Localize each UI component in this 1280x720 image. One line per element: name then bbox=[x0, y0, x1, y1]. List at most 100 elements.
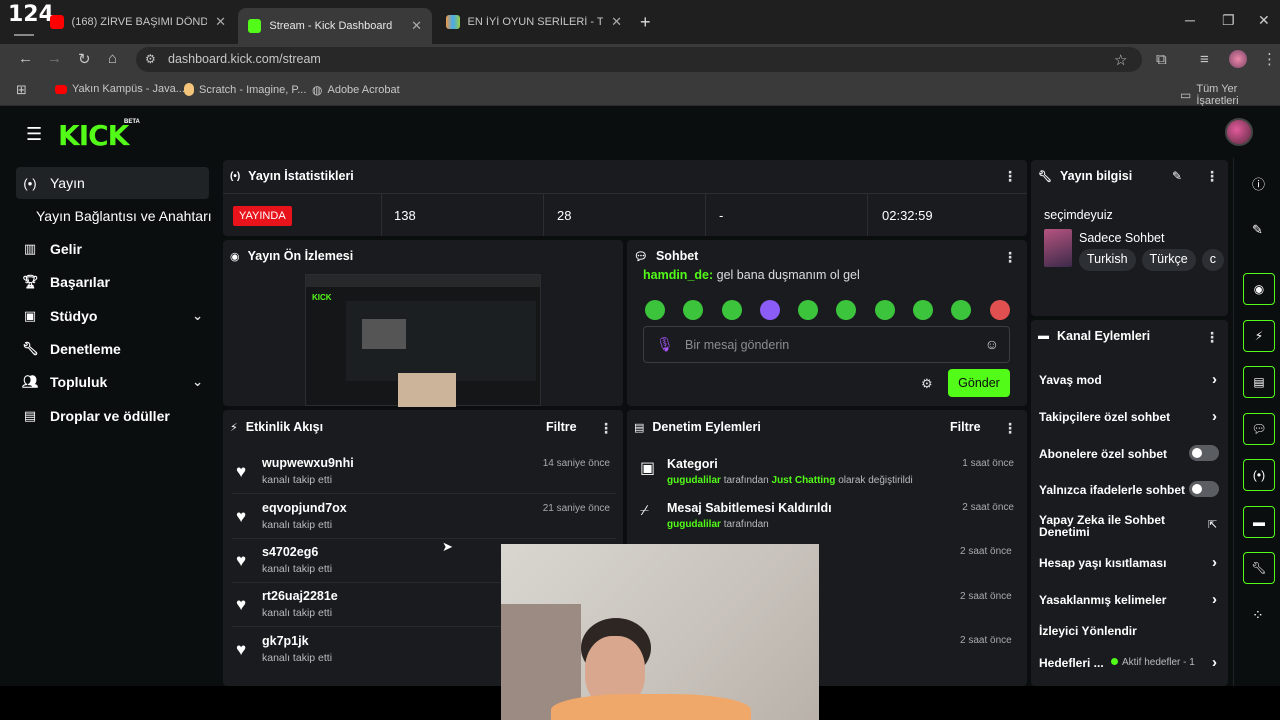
more-icon[interactable]: ⋮ bbox=[1205, 329, 1219, 346]
apps-icon[interactable]: ⊞ bbox=[16, 82, 27, 98]
emote-icon[interactable] bbox=[990, 300, 1010, 320]
chevron-right-icon[interactable]: › bbox=[1212, 591, 1217, 608]
emote-icon[interactable] bbox=[836, 300, 856, 320]
close-icon[interactable]: ✕ bbox=[411, 18, 422, 34]
goals-row[interactable]: Hedefleri ... Aktif hedefler - 1 › bbox=[1039, 654, 1223, 671]
chevron-down-icon[interactable]: ⌄ bbox=[192, 374, 203, 390]
chevron-right-icon[interactable]: › bbox=[1212, 654, 1217, 671]
tab-youtube[interactable]: (168) ZİRVE BAŞIMI DÖNDÜRÜYOR ✕ bbox=[40, 8, 236, 36]
reload-icon[interactable]: ↻ bbox=[78, 50, 91, 68]
sidebar-item-yayin[interactable]: (•) Yayın bbox=[16, 167, 209, 199]
sidebar-item-studyo[interactable]: ▣ Stüdyo ⌄ bbox=[16, 300, 209, 332]
close-icon[interactable]: ✕ bbox=[611, 14, 622, 30]
emote-icon[interactable] bbox=[798, 300, 818, 320]
activity-filter-button[interactable]: Filtre bbox=[546, 420, 577, 434]
info-icon[interactable]: ⓘ bbox=[1252, 174, 1265, 193]
bookmark-item[interactable]: ◍ Adobe Acrobat bbox=[312, 83, 400, 97]
minimize-icon[interactable]: ─ bbox=[1185, 12, 1195, 28]
banned-words-row[interactable]: Yasaklanmış kelimeler › bbox=[1039, 591, 1223, 608]
tab-tierlist[interactable]: EN İYİ OYUN SERİLERİ - Tier List ✕ bbox=[436, 8, 632, 36]
emote-icon[interactable] bbox=[645, 300, 665, 320]
maximize-icon[interactable]: ❐ bbox=[1222, 12, 1235, 29]
chat-toggle-icon[interactable]: 💬︎ bbox=[1243, 413, 1275, 445]
chevron-down-icon[interactable]: ⌄ bbox=[192, 308, 203, 324]
document-icon: ▤ bbox=[634, 421, 645, 434]
tag[interactable]: c bbox=[1201, 249, 1224, 271]
stream-preview-video[interactable]: KICK bbox=[305, 274, 541, 407]
slow-mode-row[interactable]: Yavaş mod › bbox=[1039, 371, 1223, 388]
forward-icon[interactable]: → bbox=[47, 50, 62, 67]
more-icon[interactable]: ⋮ bbox=[599, 420, 613, 437]
subscribers-only-toggle[interactable] bbox=[1189, 445, 1219, 461]
ai-moderation-row[interactable]: Yapay Zeka ile Sohbet Denetimi bbox=[1039, 514, 1189, 538]
avatar[interactable] bbox=[1225, 118, 1253, 146]
moderation-toggle-icon[interactable]: ▤ bbox=[1243, 366, 1275, 398]
new-tab-icon[interactable]: + bbox=[640, 12, 651, 33]
account-age-row[interactable]: Hesap yaşı kısıtlaması › bbox=[1039, 554, 1223, 571]
sidebar-item-denetleme[interactable]: 🔧︎ Denetleme bbox=[16, 333, 209, 365]
moderation-icon: ▬ bbox=[1038, 330, 1049, 342]
tag[interactable]: Türkçe bbox=[1141, 249, 1196, 271]
stats-toggle-icon[interactable]: (•) bbox=[1243, 459, 1275, 491]
edit-icon[interactable]: ✎ bbox=[1252, 222, 1263, 238]
emote-icon[interactable] bbox=[951, 300, 971, 320]
add-widget-icon[interactable]: ⁘ bbox=[1252, 607, 1264, 624]
category-thumbnail[interactable] bbox=[1044, 229, 1072, 267]
sidebar-item-topluluk[interactable]: 👥︎ Topluluk ⌄ bbox=[16, 366, 209, 398]
close-icon[interactable]: ✕ bbox=[215, 14, 226, 30]
category-name[interactable]: Sadece Sohbet bbox=[1079, 231, 1165, 245]
emotes-only-toggle[interactable] bbox=[1189, 481, 1219, 497]
tag[interactable]: Turkish bbox=[1079, 249, 1136, 271]
more-icon[interactable]: ⋮ bbox=[1003, 168, 1017, 185]
emote-icon[interactable] bbox=[913, 300, 933, 320]
heart-icon: ♥ bbox=[236, 551, 247, 570]
site-info-icon[interactable]: ⚙ bbox=[145, 52, 156, 66]
extensions-icon[interactable]: ⧉ bbox=[1156, 51, 1167, 68]
sidebar-item-droplar[interactable]: ▤ Droplar ve ödüller bbox=[16, 400, 209, 432]
microphone-icon[interactable]: 🎙︎ bbox=[656, 336, 674, 353]
followers-only-row[interactable]: Takipçilere özel sohbet › bbox=[1039, 408, 1223, 425]
chat-settings-icon[interactable]: ⚙ bbox=[921, 376, 933, 392]
profile-avatar[interactable] bbox=[1229, 50, 1247, 68]
kick-logo[interactable]: KICK bbox=[58, 119, 129, 152]
channel-actions-toggle-icon[interactable]: ▬ bbox=[1243, 506, 1275, 538]
chat-input[interactable]: 🎙︎ Bir mesaj gönderin ☺ bbox=[643, 326, 1010, 363]
send-button[interactable]: Gönder bbox=[948, 369, 1010, 397]
emote-icon[interactable] bbox=[683, 300, 703, 320]
url-text[interactable]: dashboard.kick.com/stream bbox=[168, 52, 321, 66]
stream-info-toggle-icon[interactable]: 🔧︎ bbox=[1243, 552, 1275, 584]
sidebar-item-basarilar[interactable]: 🏆︎ Başarılar bbox=[16, 266, 209, 298]
browser-menu-icon[interactable]: ⋮ bbox=[1262, 50, 1277, 68]
chevron-right-icon[interactable]: › bbox=[1212, 554, 1217, 571]
activity-toggle-icon[interactable]: ⚡︎ bbox=[1243, 320, 1275, 352]
heart-icon: ♥ bbox=[236, 640, 247, 659]
preview-toggle-icon[interactable]: ◉ bbox=[1243, 273, 1275, 305]
tab-search-icon[interactable] bbox=[14, 30, 34, 36]
moderation-filter-button[interactable]: Filtre bbox=[950, 420, 981, 434]
list-item: ♥ eqvopjund7ox kanalı takip etti 21 sani… bbox=[232, 495, 616, 539]
more-icon[interactable]: ⋮ bbox=[1205, 168, 1219, 185]
emoji-icon[interactable]: ☺ bbox=[985, 336, 999, 352]
more-icon[interactable]: ⋮ bbox=[1003, 249, 1017, 266]
sidebar-item-gelir[interactable]: ▥ Gelir bbox=[16, 233, 209, 265]
more-icon[interactable]: ⋮ bbox=[1003, 420, 1017, 437]
bookmark-item[interactable]: Yakın Kampüs - Java... bbox=[55, 83, 185, 95]
emote-icon[interactable] bbox=[875, 300, 895, 320]
bookmark-item[interactable]: Scratch - Imagine, P... bbox=[184, 83, 306, 96]
hamburger-menu-icon[interactable]: ☰ bbox=[26, 124, 42, 145]
edit-icon[interactable]: ✎ bbox=[1172, 169, 1182, 183]
emote-icon[interactable] bbox=[722, 300, 742, 320]
chevron-right-icon[interactable]: › bbox=[1212, 408, 1217, 425]
tab-kick-dashboard[interactable]: Stream - Kick Dashboard ✕ bbox=[238, 8, 432, 44]
all-bookmarks[interactable]: ▭ Tüm Yer İşaretleri bbox=[1180, 83, 1280, 107]
external-link-icon[interactable]: ⇱ bbox=[1208, 518, 1217, 531]
back-icon[interactable]: ← bbox=[18, 50, 33, 67]
window-close-icon[interactable]: ✕ bbox=[1258, 12, 1270, 29]
raid-row[interactable]: İzleyici Yönlendir bbox=[1039, 624, 1223, 638]
sidebar-item-stream-key[interactable]: Yayın Bağlantısı ve Anahtarı bbox=[30, 200, 220, 232]
media-icon[interactable]: ≡ bbox=[1200, 51, 1209, 68]
home-icon[interactable]: ⌂ bbox=[108, 50, 117, 67]
chevron-right-icon[interactable]: › bbox=[1212, 371, 1217, 388]
bookmark-star-icon[interactable]: ☆ bbox=[1114, 51, 1127, 69]
emote-icon[interactable] bbox=[760, 300, 780, 320]
